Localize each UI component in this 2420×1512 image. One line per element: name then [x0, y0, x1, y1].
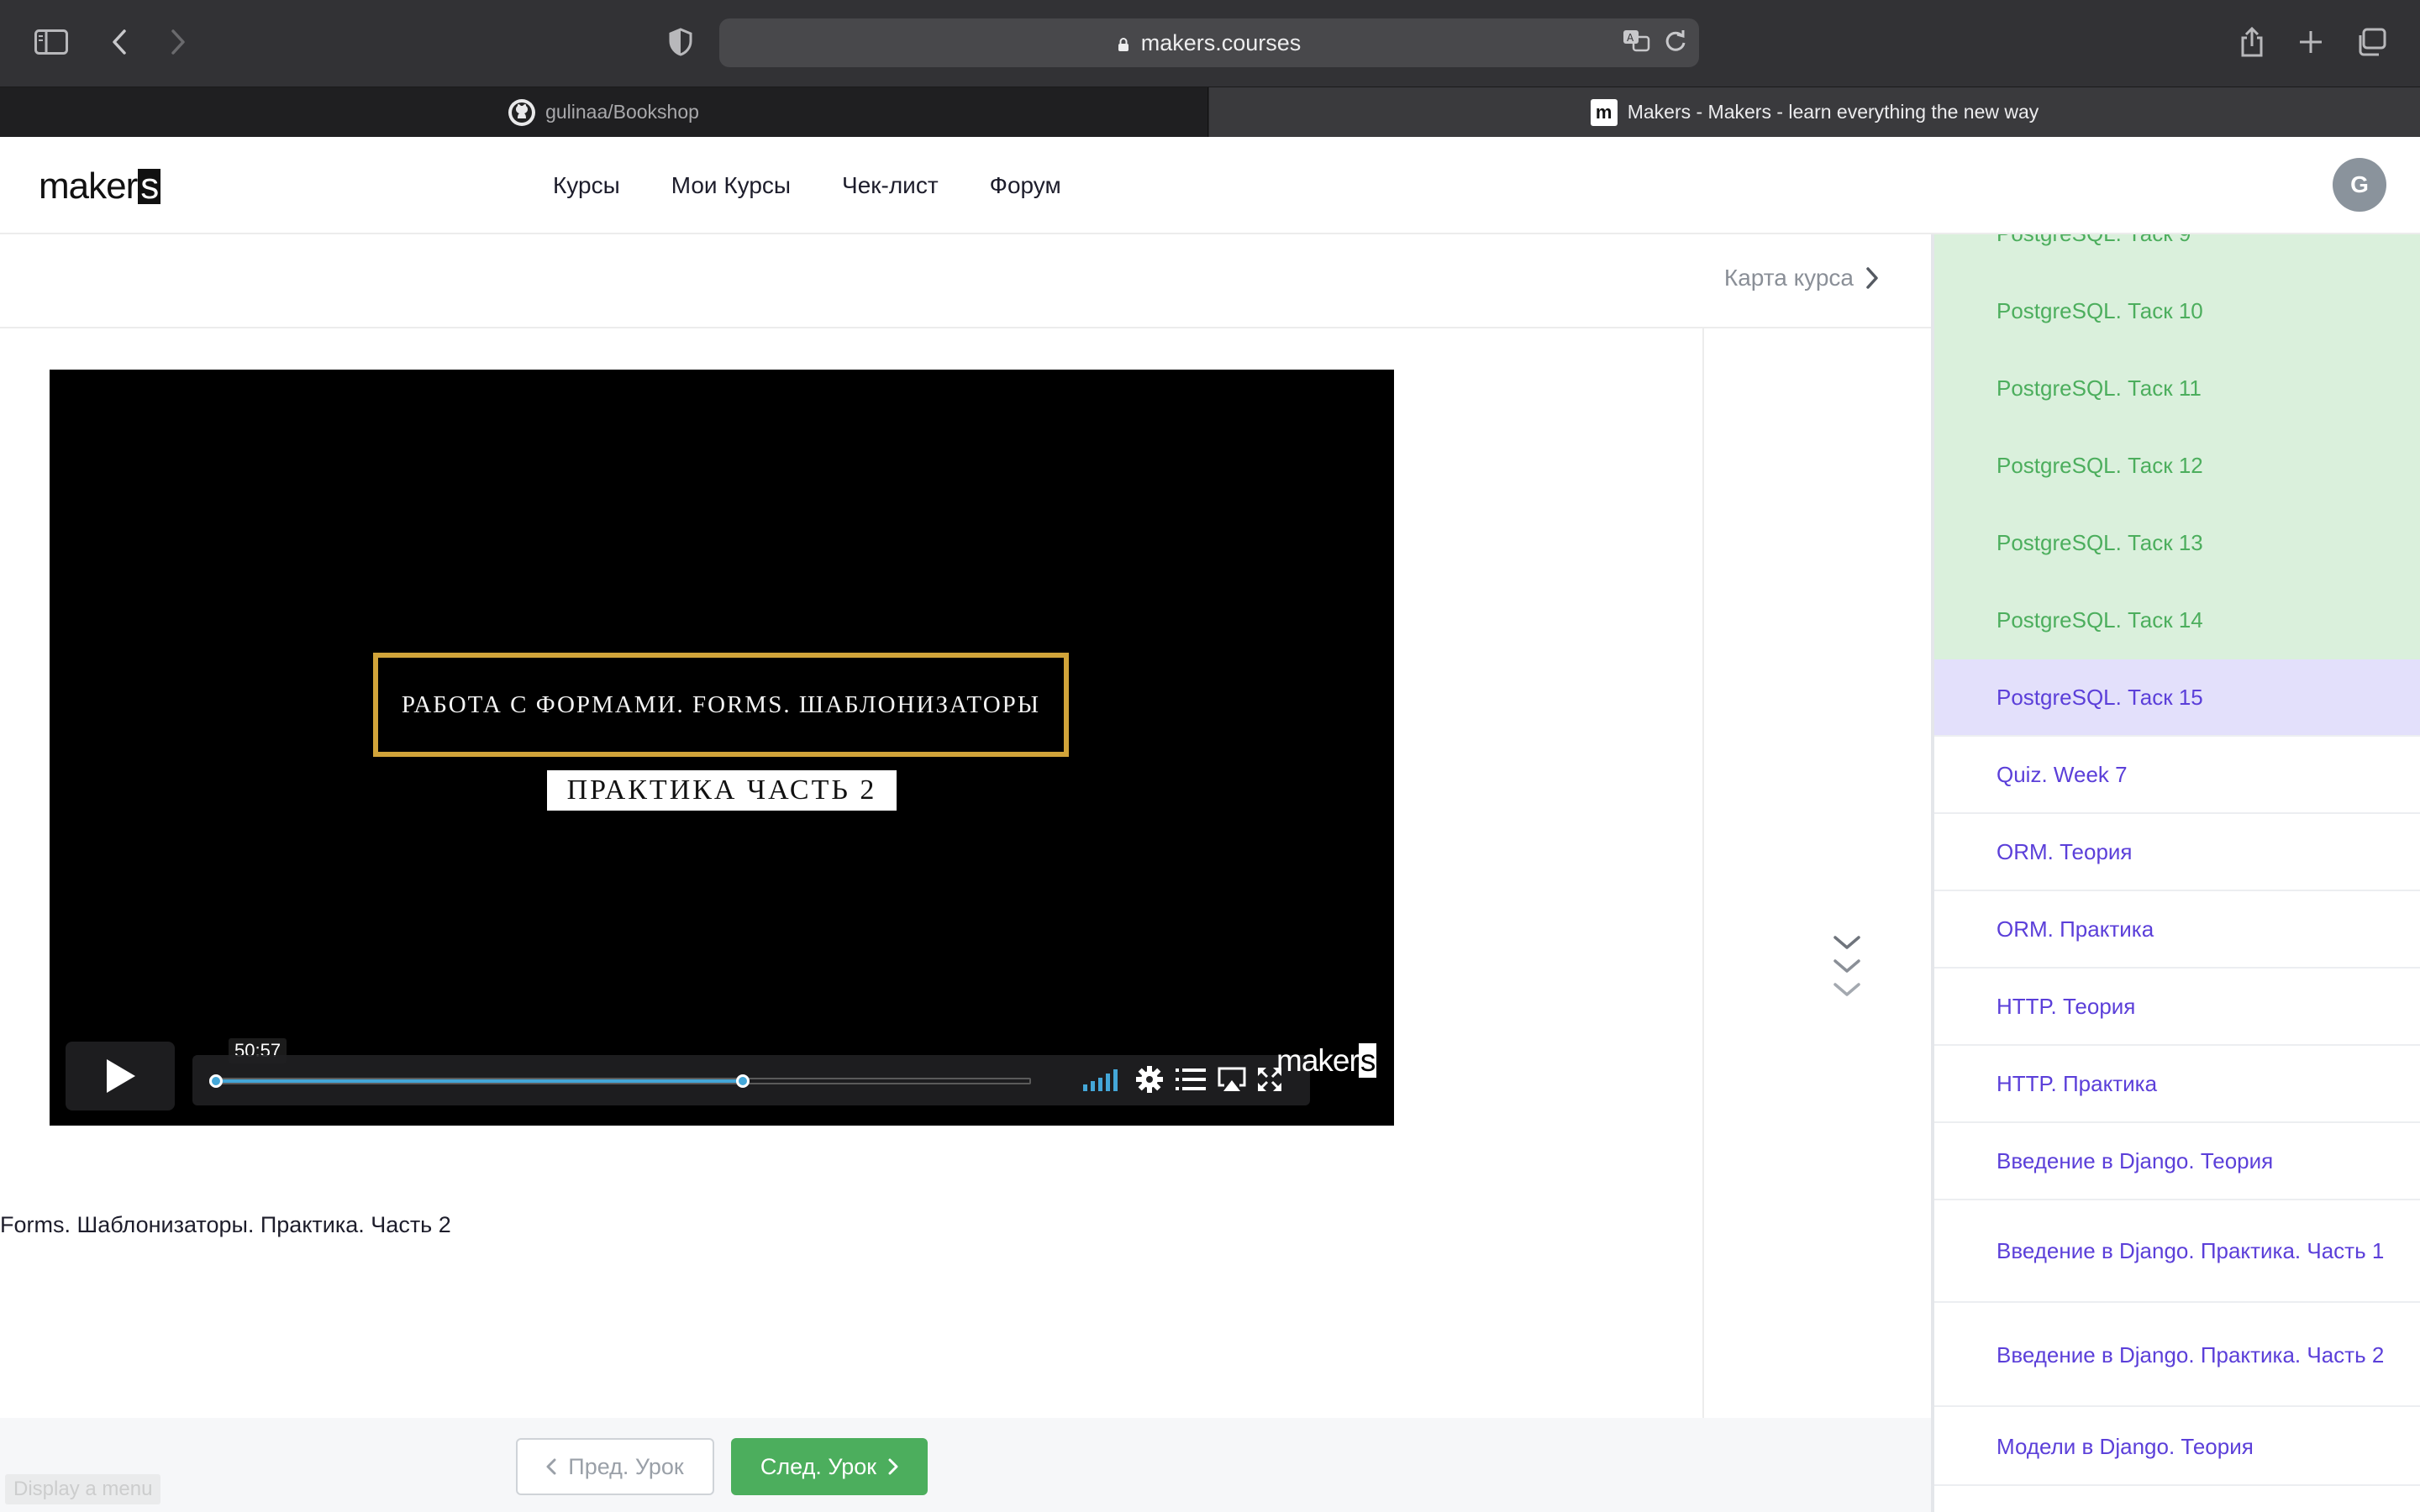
- sidebar-item-label: Модели в Django. Теория: [1996, 1433, 2254, 1459]
- next-lesson-button[interactable]: След. Урок: [731, 1438, 928, 1495]
- video-controls: [192, 1055, 1310, 1105]
- lock-icon: [1118, 38, 1128, 51]
- video-subtitle: ПРАКТИКА ЧАСТЬ 2: [547, 770, 897, 811]
- sidebar-item-label: Quiz. Week 7: [1996, 761, 2128, 787]
- sidebar-item[interactable]: PostgreSQL. Таск 15: [1934, 659, 2420, 737]
- browser-toolbar: makers.courses A: [0, 0, 2420, 87]
- sidebar-item-label: ORM. Теория: [1996, 838, 2133, 864]
- reload-icon[interactable]: [1664, 29, 1687, 60]
- share-icon[interactable]: [2228, 18, 2275, 66]
- course-sidebar: PostgreSQL. Таск 9 PostgreSQL. Таск 10 Po…: [1931, 234, 2420, 1512]
- logo-last-letter: s: [138, 168, 161, 205]
- url-text: makers.courses: [1140, 29, 1302, 55]
- content-divider: [1702, 328, 1704, 1418]
- nav-my-courses[interactable]: Мои Курсы: [671, 172, 791, 199]
- sidebar-item[interactable]: PostgreSQL. Таск 13: [1934, 505, 2420, 582]
- triple-chevron-down-icon: [1833, 936, 1860, 996]
- makers-logo[interactable]: maker s: [39, 165, 161, 207]
- tab-makers[interactable]: m Makers - Makers - learn everything the…: [1209, 87, 2420, 137]
- nav-courses[interactable]: Курсы: [553, 172, 620, 199]
- sidebar-item-partial[interactable]: PostgreSQL. Таск 9: [1934, 234, 2420, 273]
- tab-title: gulinaa/Bookshop: [545, 101, 699, 123]
- chevron-right-icon: [888, 1458, 898, 1475]
- sidebar-item[interactable]: ORM. Теория: [1934, 814, 2420, 891]
- forward-icon[interactable]: [155, 18, 202, 66]
- sidebar-item[interactable]: HTTP. Практика: [1934, 1046, 2420, 1123]
- nav-forum[interactable]: Форум: [990, 172, 1061, 199]
- makers-m-icon: m: [1590, 98, 1618, 126]
- play-button[interactable]: [66, 1042, 175, 1110]
- sidebar-item[interactable]: PostgreSQL. Таск 12: [1934, 428, 2420, 505]
- sidebar-item-label: Введение в Django. Практика. Часть 1: [1996, 1238, 2385, 1263]
- nav-checklist[interactable]: Чек-лист: [842, 172, 939, 199]
- video-title-frame: РАБОТА С ФОРМАМИ. FORMS. ШАБЛОНИЗАТОРЫ: [373, 653, 1069, 757]
- avatar[interactable]: G: [2333, 158, 2386, 212]
- airplay-icon[interactable]: [1218, 1067, 1246, 1096]
- settings-gear-icon[interactable]: [1135, 1065, 1164, 1098]
- sidebar-item[interactable]: Введение в Django. Теория: [1934, 1123, 2420, 1200]
- sidebar-item[interactable]: PostgreSQL. Таск 10: [1934, 273, 2420, 350]
- hover-marker: [209, 1074, 223, 1088]
- tab-github-bookshop[interactable]: gulinaa/Bookshop: [0, 87, 1208, 137]
- shield-icon[interactable]: [657, 18, 704, 66]
- volume-icon[interactable]: [1083, 1068, 1123, 1095]
- sidebar-item[interactable]: PostgreSQL. Таск 14: [1934, 582, 2420, 659]
- tab-overview-icon[interactable]: [2348, 18, 2395, 66]
- course-map-bar: Карта курса: [0, 234, 1931, 328]
- prev-lesson-button[interactable]: Пред. Урок: [516, 1438, 714, 1495]
- translate-icon[interactable]: A: [1622, 29, 1652, 60]
- sidebar-item[interactable]: ORM. Практика: [1934, 891, 2420, 969]
- sidebar-item-label: ORM. Практика: [1996, 916, 2154, 942]
- new-tab-icon[interactable]: [2287, 18, 2334, 66]
- display-menu-hint: Display a menu: [5, 1474, 161, 1504]
- main-nav: Курсы Мои Курсы Чек-лист Форум: [553, 137, 1061, 234]
- video-watermark-logo: makers: [1276, 1043, 1377, 1079]
- github-icon: [508, 98, 536, 126]
- sidebar-item-label: HTTP. Теория: [1996, 993, 2136, 1019]
- video-title: РАБОТА С ФОРМАМИ. FORMS. ШАБЛОНИЗАТОРЫ: [401, 690, 1041, 718]
- sidebar-item[interactable]: Quiz. Week 7: [1934, 737, 2420, 814]
- playhead[interactable]: [736, 1074, 750, 1088]
- site-header: maker s Курсы Мои Курсы Чек-лист Форум G: [0, 137, 2420, 234]
- lesson-caption: Forms. Шаблонизаторы. Практика. Часть 2: [0, 1212, 451, 1237]
- sidebar-item-label: PostgreSQL. Таск 10: [1996, 297, 2203, 323]
- sidebar-item-label: Введение в Django. Теория: [1996, 1147, 2274, 1173]
- lesson-nav-bar: Пред. Урок След. Урок: [0, 1418, 1931, 1512]
- play-icon: [107, 1059, 135, 1093]
- next-lesson-label: След. Урок: [760, 1453, 877, 1479]
- sidebar-item-label: PostgreSQL. Таск 15: [1996, 684, 2203, 710]
- chevron-left-icon: [546, 1458, 556, 1475]
- sidebar-item-label: PostgreSQL. Таск 12: [1996, 452, 2203, 478]
- chevron-right-icon: [1866, 267, 1878, 289]
- sidebar-item-label: PostgreSQL. Таск 9: [1996, 234, 2191, 247]
- sidebar-item-label: PostgreSQL. Таск 14: [1996, 606, 2203, 633]
- sidebar-item-label: Введение в Django. Практика. Часть 2: [1996, 1342, 2385, 1368]
- sidebar-item[interactable]: Введение в Django. Практика. Часть 1: [1934, 1200, 2420, 1303]
- svg-text:A: A: [1627, 32, 1634, 44]
- video-player[interactable]: РАБОТА С ФОРМАМИ. FORMS. ШАБЛОНИЗАТОРЫ П…: [50, 370, 1394, 1126]
- sidebar-item[interactable]: Модели в Django. Теория: [1934, 1409, 2420, 1486]
- sidebar-item[interactable]: PostgreSQL. Таск 11: [1934, 350, 2420, 428]
- sidebar-item-label: HTTP. Практика: [1996, 1070, 2158, 1096]
- watermark-text: maker: [1276, 1043, 1360, 1078]
- logo-text: maker: [39, 165, 138, 207]
- scroll-down-indicator[interactable]: [1832, 934, 1862, 1005]
- course-map-link[interactable]: Карта курса: [1724, 265, 1879, 291]
- sidebar-item[interactable]: Введение в Django. Практика. Часть 2: [1934, 1305, 2420, 1407]
- course-map-label: Карта курса: [1723, 265, 1854, 291]
- watermark-last-letter: s: [1358, 1043, 1377, 1078]
- sidebar-item-label: PostgreSQL. Таск 11: [1996, 375, 2202, 401]
- sidebar-item-label: PostgreSQL. Таск 13: [1996, 529, 2203, 555]
- address-bar[interactable]: makers.courses A: [719, 18, 1699, 67]
- sidebar-item[interactable]: HTTP. Теория: [1934, 969, 2420, 1046]
- tab-title: Makers - Makers - learn everything the n…: [1627, 101, 2039, 123]
- progress-bar[interactable]: [209, 1074, 1031, 1088]
- progress-fill: [211, 1079, 744, 1083]
- back-icon[interactable]: [96, 18, 143, 66]
- prev-lesson-label: Пред. Урок: [568, 1453, 684, 1479]
- sidebar-toggle-icon[interactable]: [28, 18, 75, 66]
- tab-bar: gulinaa/Bookshop m Makers - Makers - lea…: [0, 87, 2420, 137]
- chapters-list-icon[interactable]: [1176, 1067, 1206, 1096]
